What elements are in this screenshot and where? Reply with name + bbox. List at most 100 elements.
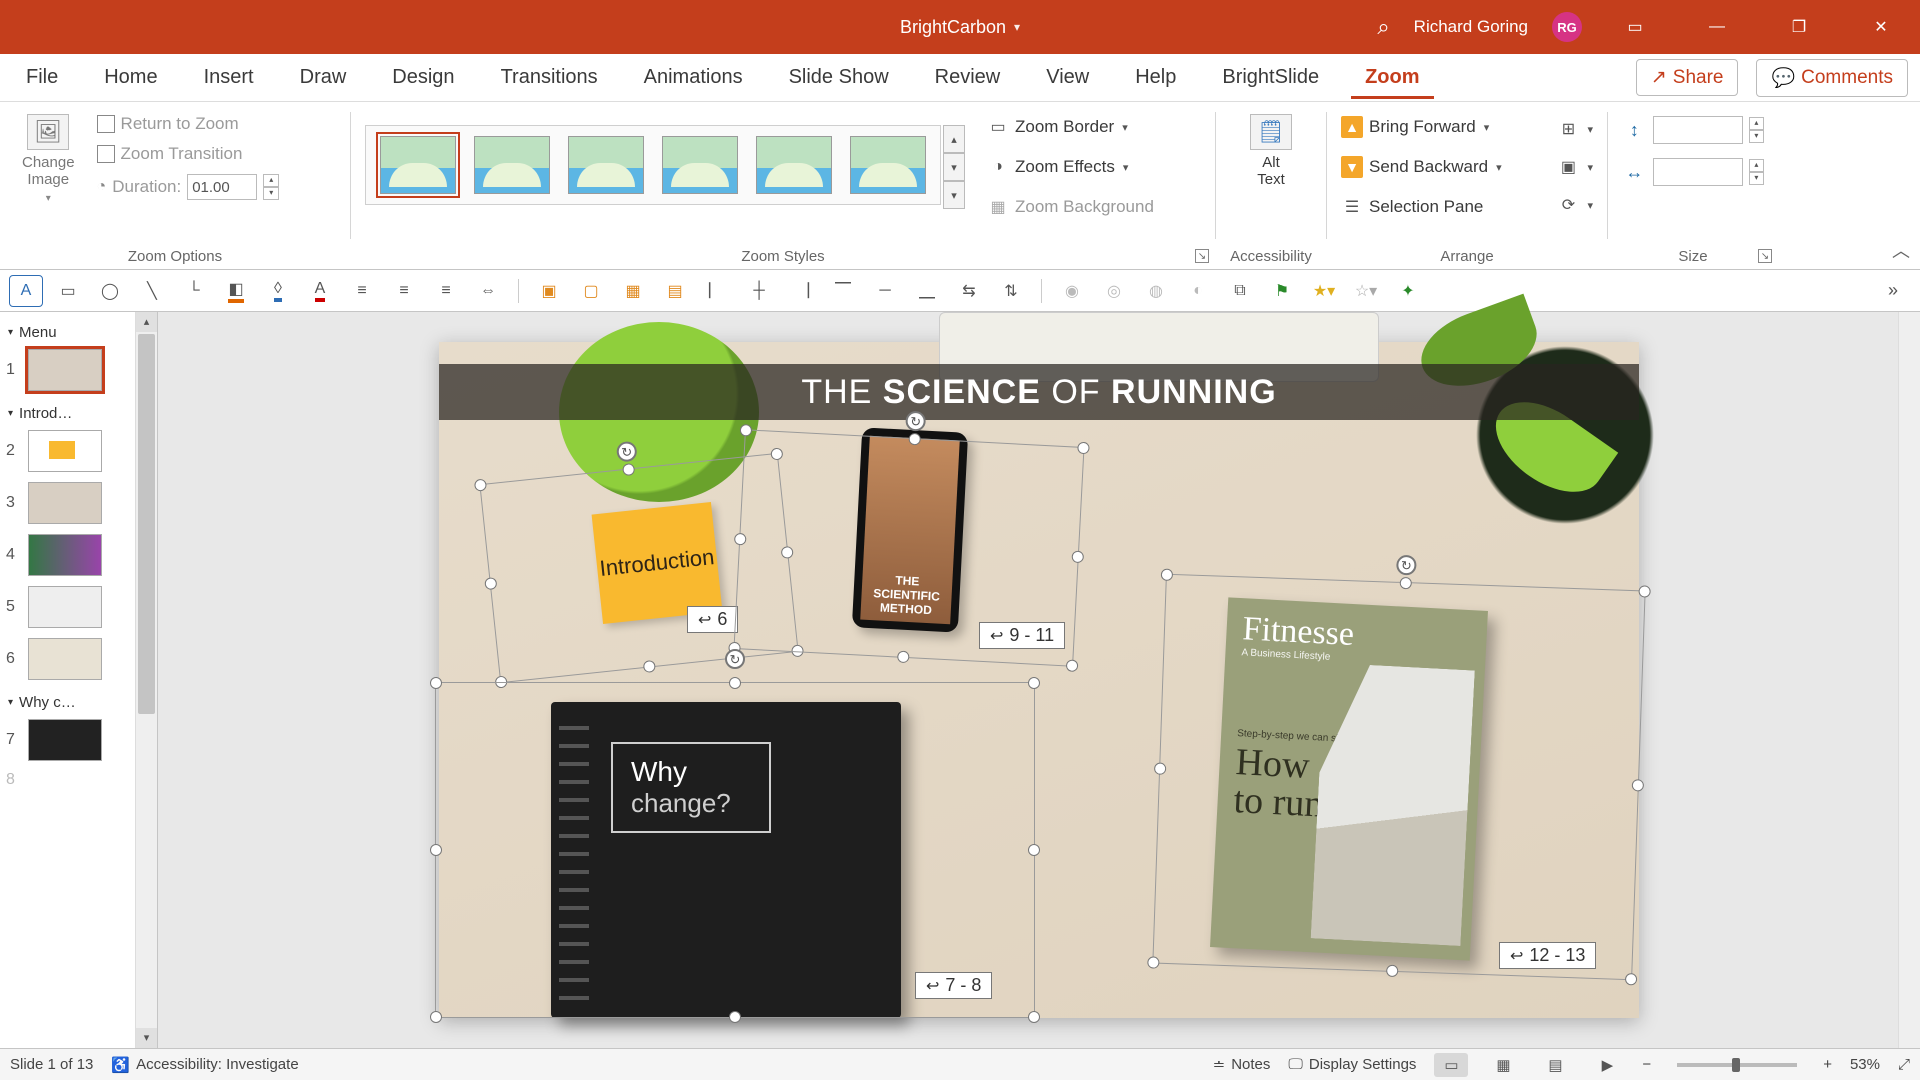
notes-button[interactable]: ≐Notes	[1213, 1056, 1271, 1074]
align-middle-icon[interactable]: ─	[869, 276, 901, 306]
tab-insert[interactable]: Insert	[190, 56, 268, 99]
spinner[interactable]: ▴▾	[1749, 159, 1764, 185]
gallery-scroll[interactable]: ▴▾▾	[943, 125, 965, 209]
slide-edit-area[interactable]: THE SCIENCE OF RUNNING Introduction THE …	[158, 312, 1920, 1048]
zoom-style-item[interactable]	[474, 136, 550, 194]
send-back-icon[interactable]: ▢	[575, 276, 607, 306]
duration-spinner[interactable]: ▴▾	[263, 174, 279, 200]
align-right-objects-icon[interactable]: ⎹	[785, 276, 817, 306]
zoom-styles-gallery[interactable]: ▴▾▾	[365, 125, 965, 209]
rotate-handle-icon[interactable]	[725, 649, 745, 669]
tab-zoom[interactable]: Zoom	[1351, 56, 1433, 99]
oval-icon[interactable]: ◯	[94, 276, 126, 306]
tab-view[interactable]: View	[1032, 56, 1103, 99]
zoom-transition-checkbox[interactable]: Zoom Transition	[97, 144, 280, 164]
zoom-effects-button[interactable]: ◑Zoom Effects▾	[987, 150, 1154, 184]
slide-canvas[interactable]: THE SCIENCE OF RUNNING Introduction THE …	[439, 342, 1639, 1018]
distribute-icon[interactable]: ⇔	[472, 276, 504, 306]
zoom-link-tag[interactable]: ↩12 - 13	[1499, 942, 1596, 969]
reading-view-button[interactable]: ▤	[1538, 1053, 1572, 1077]
rectangle-icon[interactable]: ▭	[52, 276, 84, 306]
zoom-style-item[interactable]	[662, 136, 738, 194]
intersect-icon[interactable]: ◐	[1182, 276, 1214, 306]
zoom-style-item[interactable]	[380, 136, 456, 194]
spinner[interactable]: ▴▾	[1749, 117, 1764, 143]
zoom-link-tag[interactable]: ↩7 - 8	[915, 972, 992, 999]
slide-thumbnail[interactable]: 2	[6, 430, 129, 472]
slide-thumbnail[interactable]: 7	[6, 719, 129, 761]
line-icon[interactable]: ╲	[136, 276, 168, 306]
align-button[interactable]: ⊞▾	[1557, 112, 1593, 146]
duration-input[interactable]	[187, 174, 257, 200]
zoom-slider[interactable]	[1677, 1063, 1797, 1067]
selection-box[interactable]	[1152, 574, 1645, 981]
tab-brightslide[interactable]: BrightSlide	[1208, 56, 1333, 99]
animation-icon[interactable]: ☆▾	[1350, 276, 1382, 306]
height-field[interactable]: ↕▴▾	[1622, 116, 1764, 144]
tab-file[interactable]: File	[12, 56, 72, 99]
rotate-button[interactable]: ⟳▾	[1557, 188, 1593, 222]
zoom-style-item[interactable]	[850, 136, 926, 194]
zoom-background-button[interactable]: ▦Zoom Background	[987, 190, 1154, 224]
zoom-percent[interactable]: 53%	[1850, 1056, 1880, 1073]
scroll-handle[interactable]	[138, 334, 155, 714]
tab-review[interactable]: Review	[921, 56, 1015, 99]
minimize-button[interactable]: —	[1688, 0, 1746, 54]
user-name[interactable]: Richard Goring	[1414, 17, 1528, 37]
dialog-launcher-icon[interactable]: ↘	[1758, 249, 1772, 263]
overflow-button[interactable]: »	[1888, 280, 1910, 301]
slide-title[interactable]: THE SCIENCE OF RUNNING	[439, 364, 1639, 420]
scroll-down-icon[interactable]: ▾	[136, 1028, 157, 1048]
slide-sorter-button[interactable]: ▦	[1486, 1053, 1520, 1077]
zoom-link-tag[interactable]: ↩6	[687, 606, 738, 633]
thumbnail-scrollbar[interactable]: ▴ ▾	[135, 312, 157, 1048]
group-icon[interactable]: ▦	[617, 276, 649, 306]
slide-thumbnail[interactable]: 5	[6, 586, 129, 628]
selection-box[interactable]	[435, 682, 1035, 1018]
animation-add-icon[interactable]: ★▾	[1308, 276, 1340, 306]
align-left-objects-icon[interactable]: ⎸	[701, 276, 733, 306]
tab-transitions[interactable]: Transitions	[487, 56, 612, 99]
zoom-in-button[interactable]: +	[1823, 1056, 1832, 1073]
alt-text-button[interactable]: 🗒 Alt Text	[1230, 110, 1312, 193]
tab-slide-show[interactable]: Slide Show	[775, 56, 903, 99]
width-input[interactable]	[1653, 158, 1743, 186]
shape-fill-icon[interactable]: ◧	[220, 276, 252, 306]
slide-thumbnail-pane[interactable]: ▾Menu 1 ▾Introd… 2 3 4 5 6 ▾Why c… 7 8 ▴…	[0, 312, 158, 1048]
rotate-handle-icon[interactable]	[905, 411, 926, 432]
slide-thumbnail[interactable]: 3	[6, 482, 129, 524]
collapse-ribbon-button[interactable]: ︿	[1892, 237, 1910, 263]
tab-home[interactable]: Home	[90, 56, 171, 99]
group-button[interactable]: ▣▾	[1557, 150, 1593, 184]
zoom-border-button[interactable]: ▭Zoom Border▾	[987, 110, 1154, 144]
close-button[interactable]: ✕	[1852, 0, 1910, 54]
slideshow-button[interactable]: ▶	[1590, 1053, 1624, 1077]
slide-counter[interactable]: Slide 1 of 13	[10, 1056, 93, 1073]
duration-field[interactable]: ◔ Duration: ▴▾	[97, 174, 280, 200]
fragment-icon[interactable]: ◍	[1140, 276, 1172, 306]
merge-shapes-icon[interactable]: ◉	[1056, 276, 1088, 306]
distribute-h-icon[interactable]: ⇆	[953, 276, 985, 306]
bring-front-icon[interactable]: ▣	[533, 276, 565, 306]
zoom-out-button[interactable]: −	[1642, 1056, 1651, 1073]
width-field[interactable]: ↔▴▾	[1622, 158, 1764, 186]
distribute-v-icon[interactable]: ⇅	[995, 276, 1027, 306]
section-header[interactable]: ▾Introd…	[6, 401, 129, 426]
user-avatar[interactable]: RG	[1552, 12, 1582, 42]
fit-to-window-button[interactable]: ⤢	[1898, 1056, 1910, 1073]
search-icon[interactable]: ⌕	[1377, 14, 1389, 40]
zoom-style-item[interactable]	[568, 136, 644, 194]
zoom-link-tag[interactable]: ↩9 - 11	[979, 622, 1065, 649]
slide-thumbnail[interactable]: 4	[6, 534, 129, 576]
share-button[interactable]: ↗Share	[1636, 59, 1739, 96]
font-color-icon[interactable]: A	[304, 276, 336, 306]
document-title[interactable]: BrightCarbon ▾	[900, 17, 1020, 38]
return-to-zoom-checkbox[interactable]: Return to Zoom	[97, 114, 280, 134]
textbox-icon[interactable]: A	[10, 276, 42, 306]
comments-button[interactable]: 💬Comments	[1756, 59, 1908, 97]
tab-draw[interactable]: Draw	[286, 56, 361, 99]
section-header[interactable]: ▾Why c…	[6, 690, 129, 715]
elbow-icon[interactable]: └	[178, 276, 210, 306]
align-center-objects-icon[interactable]: ┼	[743, 276, 775, 306]
slider-handle[interactable]	[1732, 1058, 1740, 1072]
